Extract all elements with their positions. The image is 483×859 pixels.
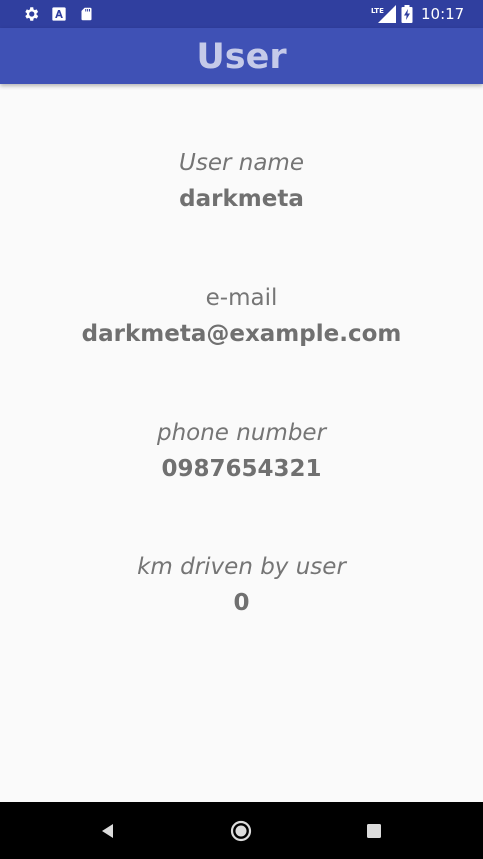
page-title: User <box>196 37 287 77</box>
km-driven-field: km driven by user 0 <box>0 550 483 622</box>
battery-charging-icon <box>401 5 413 23</box>
lte-signal-icon: LTE <box>371 5 396 23</box>
navigation-bar <box>0 802 483 859</box>
back-icon[interactable] <box>94 818 120 844</box>
user-profile: User name darkmeta e-mail darkmeta@examp… <box>0 84 483 802</box>
svg-text:LTE: LTE <box>371 7 384 15</box>
email-value: darkmeta@example.com <box>81 321 402 347</box>
phone-value: 0987654321 <box>161 456 322 482</box>
phone-label: phone number <box>156 420 327 446</box>
recents-icon[interactable] <box>361 818 387 844</box>
a-notification-icon <box>52 7 66 21</box>
status-time: 10:17 <box>421 5 465 23</box>
username-value: darkmeta <box>179 186 304 212</box>
app-bar: User <box>0 28 483 84</box>
gear-icon <box>25 7 39 21</box>
km-driven-label: km driven by user <box>137 554 346 580</box>
status-bar: LTE 10:17 <box>0 0 483 28</box>
phone-field: phone number 0987654321 <box>0 416 483 488</box>
username-label: User name <box>179 150 304 176</box>
sd-card-icon <box>81 7 92 21</box>
email-label: e-mail <box>205 285 278 311</box>
km-driven-value: 0 <box>233 590 250 616</box>
home-icon[interactable] <box>228 818 254 844</box>
username-field: User name darkmeta <box>0 146 483 218</box>
email-field: e-mail darkmeta@example.com <box>0 281 483 353</box>
